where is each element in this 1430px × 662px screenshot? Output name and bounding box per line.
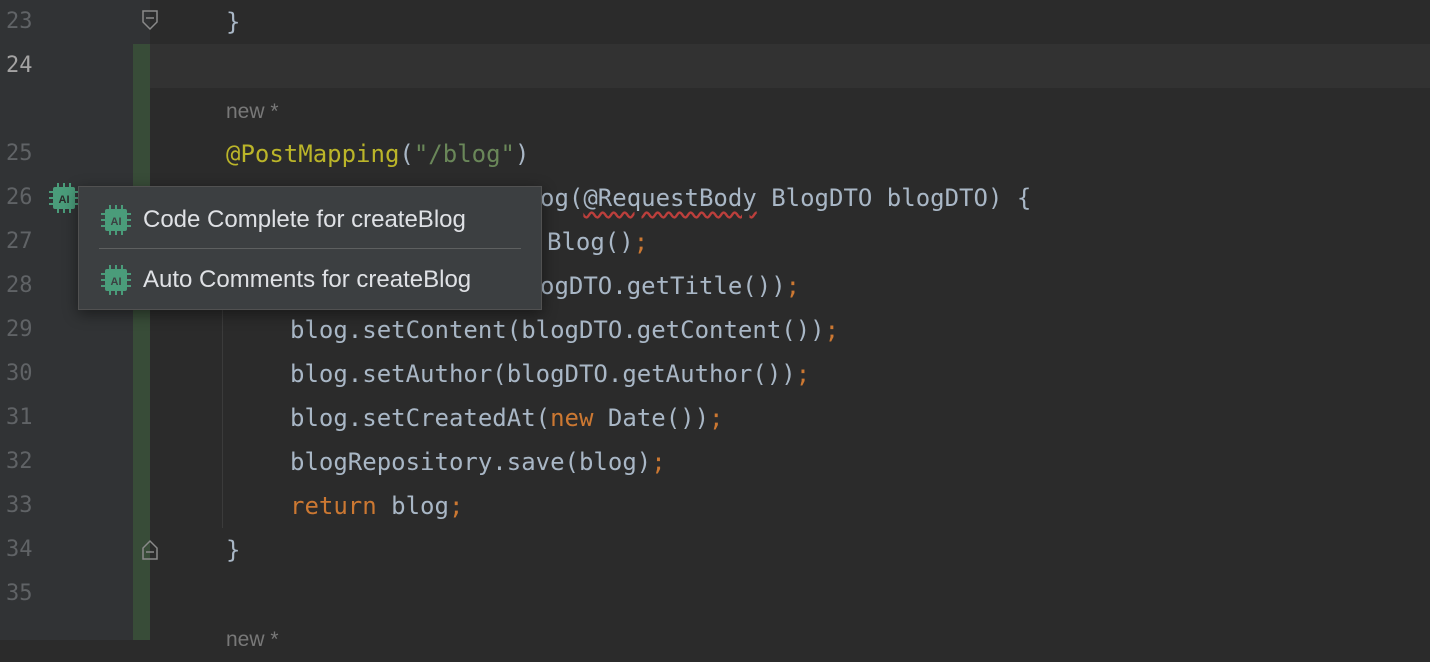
- semicolon-token: ;: [709, 404, 724, 432]
- code-token: (: [399, 140, 414, 168]
- ai-gutter-icon-text: AI: [59, 194, 70, 206]
- code-token: Blog(): [547, 228, 634, 256]
- line-number: 29: [6, 317, 33, 342]
- ai-chip-icon-text: AI: [111, 276, 122, 288]
- code-token: ogDTO.getTitle()): [540, 272, 786, 300]
- code-line-30[interactable]: blog.setAuthor(blogDTO.getAuthor());: [290, 352, 810, 396]
- inlay-hint-new[interactable]: new *: [226, 618, 279, 662]
- current-line-highlight: [150, 44, 1430, 88]
- keyword-token: new: [550, 404, 594, 432]
- code-line-27[interactable]: Blog();: [547, 220, 648, 264]
- line-number: 28: [6, 273, 33, 298]
- fold-end-icon[interactable]: [141, 10, 159, 32]
- ai-gutter-icon[interactable]: AI: [47, 181, 81, 215]
- line-number: 23: [6, 9, 33, 34]
- fold-end-icon[interactable]: [141, 538, 159, 560]
- line-number: 32: [6, 449, 33, 474]
- code-complete-menu-item[interactable]: AI Code Complete for createBlog: [99, 195, 529, 245]
- ai-actions-popup: AI Code Complete for createBlog AI Auto …: [78, 186, 542, 310]
- code-token: }: [226, 536, 241, 564]
- code-line-34[interactable]: }: [226, 528, 240, 572]
- auto-comments-menu-item[interactable]: AI Auto Comments for createBlog: [99, 255, 529, 305]
- semicolon-token: ;: [795, 360, 811, 388]
- code-token: og(: [540, 184, 584, 212]
- inlay-hint-new[interactable]: new *: [226, 90, 279, 134]
- code-token: }: [226, 8, 241, 36]
- semicolon-token: ;: [824, 316, 840, 344]
- line-number: 33: [6, 493, 33, 518]
- line-number: 26: [6, 185, 33, 210]
- line-number: 30: [6, 361, 33, 386]
- code-line-31[interactable]: blog.setCreatedAt(new Date());: [290, 396, 724, 440]
- menu-separator: [99, 248, 521, 249]
- code-token: blogRepository.save(blog): [290, 448, 652, 476]
- code-token: blog: [376, 492, 449, 520]
- line-number: 27: [6, 229, 33, 254]
- code-line-29[interactable]: blog.setContent(blogDTO.getContent());: [290, 308, 839, 352]
- semicolon-token: ;: [651, 448, 666, 476]
- annotation-error-token[interactable]: @RequestBody: [583, 184, 756, 212]
- menu-item-label: Auto Comments for createBlog: [143, 266, 472, 293]
- semicolon-token: ;: [785, 272, 801, 300]
- code-line-28[interactable]: ogDTO.getTitle());: [540, 264, 800, 308]
- code-line-23[interactable]: }: [226, 0, 240, 44]
- line-number-active: 24: [6, 53, 33, 78]
- line-number: 34: [6, 537, 33, 562]
- code-token: ): [515, 140, 530, 168]
- semicolon-token: ;: [633, 228, 649, 256]
- ai-chip-icon-text: AI: [111, 216, 122, 228]
- code-line-25[interactable]: @PostMapping("/blog"): [226, 132, 529, 176]
- ai-chip-icon: AI: [101, 205, 131, 235]
- code-line-33[interactable]: return blog;: [290, 484, 463, 528]
- line-number: 25: [6, 141, 33, 166]
- line-number: 31: [6, 405, 33, 430]
- keyword-token: return: [290, 492, 377, 520]
- code-token: Date()): [593, 404, 710, 432]
- code-token: BlogDTO blogDTO) {: [756, 184, 1032, 212]
- menu-item-label: Code Complete for createBlog: [143, 206, 466, 233]
- code-token: blog.setContent(blogDTO.getContent()): [290, 316, 825, 344]
- annotation-token: @PostMapping: [226, 140, 400, 168]
- ai-chip-icon: AI: [101, 265, 131, 295]
- code-line-26[interactable]: og(@RequestBody BlogDTO blogDTO) {: [540, 176, 1031, 220]
- string-token: "/blog": [413, 140, 515, 168]
- code-token: blog.setCreatedAt(: [290, 404, 551, 432]
- semicolon-token: ;: [448, 492, 464, 520]
- code-token: blog.setAuthor(blogDTO.getAuthor()): [290, 360, 796, 388]
- line-number: 35: [6, 581, 33, 606]
- code-line-32[interactable]: blogRepository.save(blog);: [290, 440, 666, 484]
